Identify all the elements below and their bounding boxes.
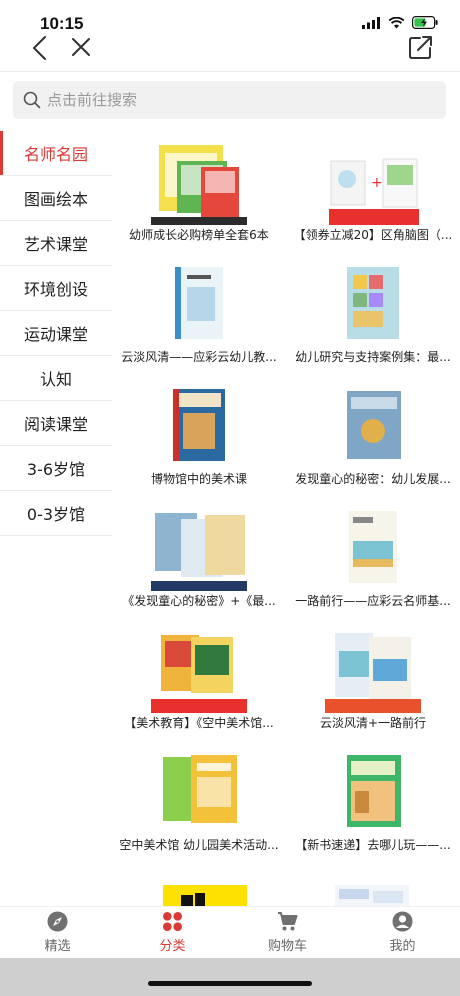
- grid-icon: [163, 912, 182, 931]
- tab-fenlei[interactable]: 分类: [115, 907, 230, 959]
- search-bar[interactable]: [13, 81, 446, 119]
- product-card[interactable]: [286, 863, 460, 906]
- user-icon: [392, 911, 413, 932]
- product-title: 云淡风清+一路前行: [319, 716, 427, 730]
- product-image: [347, 391, 401, 459]
- product-card[interactable]: 空中美术馆 幼儿园美术活动...: [112, 741, 286, 863]
- back-arrow-icon[interactable]: [28, 35, 52, 61]
- product-title: 【新书速递】去哪儿玩——...: [295, 838, 451, 852]
- sidebar-item-yishu[interactable]: 艺术课堂: [0, 221, 112, 266]
- sidebar-item-mingshi[interactable]: 名师名园: [0, 131, 112, 176]
- product-grid: 幼师成长必购榜单全套6本 + 【领券立减20】区角脑图（... 云淡风清——应彩…: [112, 131, 460, 906]
- product-card[interactable]: 一路前行——应彩云名师基...: [286, 497, 460, 619]
- product-title: 幼师成长必购榜单全套6本: [129, 228, 269, 242]
- product-title: 【美术教育】《空中美术馆...: [124, 716, 274, 730]
- product-card[interactable]: 发现童心的秘密：幼儿发展...: [286, 375, 460, 497]
- tab-gouwuche[interactable]: 购物车: [230, 907, 345, 959]
- nav-bar: [0, 30, 460, 70]
- status-icons: [362, 16, 438, 29]
- product-card[interactable]: 博物馆中的美术课: [112, 375, 286, 497]
- signal-icon: [362, 16, 380, 29]
- compass-icon: [47, 911, 68, 932]
- home-indicator[interactable]: [148, 981, 312, 986]
- product-card[interactable]: 幼儿研究与支持案例集：最...: [286, 253, 460, 375]
- tab-label: 我的: [389, 939, 416, 954]
- product-image: [347, 267, 399, 339]
- product-image: [163, 755, 237, 823]
- product-image: [325, 633, 421, 713]
- tab-wode[interactable]: 我的: [345, 907, 460, 959]
- cart-icon: [278, 912, 298, 931]
- product-card[interactable]: 【美术教育】《空中美术馆...: [112, 619, 286, 741]
- search-icon: [23, 91, 41, 109]
- product-title: 《发现童心的秘密》+《最...: [122, 594, 276, 608]
- product-image: [163, 885, 247, 906]
- product-image: [173, 389, 225, 461]
- nav-divider: [0, 71, 460, 72]
- sidebar-item-yuedu[interactable]: 阅读课堂: [0, 401, 112, 446]
- search-input[interactable]: [47, 81, 427, 119]
- sidebar-item-0-3[interactable]: 0-3岁馆: [0, 491, 112, 536]
- tab-label: 精选: [44, 939, 71, 954]
- svg-text:+: +: [371, 175, 383, 191]
- product-card[interactable]: 云淡风清+一路前行: [286, 619, 460, 741]
- sidebar-item-tuhua[interactable]: 图画绘本: [0, 176, 112, 221]
- product-title: 幼儿研究与支持案例集：最...: [295, 350, 451, 364]
- category-sidebar: 名师名园 图画绘本 艺术课堂 环境创设 运动课堂 认知 阅读课堂 3-6岁馆 0…: [0, 131, 112, 536]
- product-title: 空中美术馆 幼儿园美术活动...: [119, 838, 279, 852]
- home-bar: [0, 958, 460, 996]
- product-image: [175, 267, 223, 339]
- product-image: [151, 513, 247, 591]
- sidebar-item-yundong[interactable]: 运动课堂: [0, 311, 112, 356]
- product-title: 云淡风清——应彩云幼儿教...: [121, 350, 277, 364]
- product-card[interactable]: [112, 863, 286, 906]
- product-card[interactable]: 幼师成长必购榜单全套6本: [112, 131, 286, 253]
- product-image: [347, 755, 401, 827]
- tab-label: 分类: [159, 939, 186, 954]
- tab-jingxuan[interactable]: 精选: [0, 907, 115, 959]
- product-image: [335, 885, 409, 906]
- product-title: 发现童心的秘密：幼儿发展...: [295, 472, 451, 486]
- product-image: [349, 511, 397, 583]
- product-card[interactable]: 【新书速递】去哪儿玩——...: [286, 741, 460, 863]
- wifi-icon: [388, 16, 405, 28]
- product-image: [151, 635, 247, 713]
- product-title: 【领券立减20】区角脑图（...: [293, 228, 453, 242]
- product-card[interactable]: + 【领券立减20】区角脑图（...: [286, 131, 460, 253]
- product-title: 博物馆中的美术课: [150, 472, 247, 486]
- tab-bar: 精选 分类 购物车 我的: [0, 906, 460, 959]
- share-icon[interactable]: [408, 34, 434, 60]
- sidebar-item-huanjing[interactable]: 环境创设: [0, 266, 112, 311]
- product-image: [151, 145, 247, 225]
- tab-label: 购物车: [267, 939, 307, 954]
- product-title: 一路前行——应彩云名师基...: [295, 594, 451, 608]
- sidebar-item-3-6[interactable]: 3-6岁馆: [0, 446, 112, 491]
- battery-icon: [412, 16, 438, 29]
- product-image: +: [329, 158, 419, 225]
- product-card[interactable]: 云淡风清——应彩云幼儿教...: [112, 253, 286, 375]
- sidebar-item-renzhi[interactable]: 认知: [0, 356, 112, 401]
- close-icon[interactable]: [70, 36, 92, 58]
- product-card[interactable]: 《发现童心的秘密》+《最...: [112, 497, 286, 619]
